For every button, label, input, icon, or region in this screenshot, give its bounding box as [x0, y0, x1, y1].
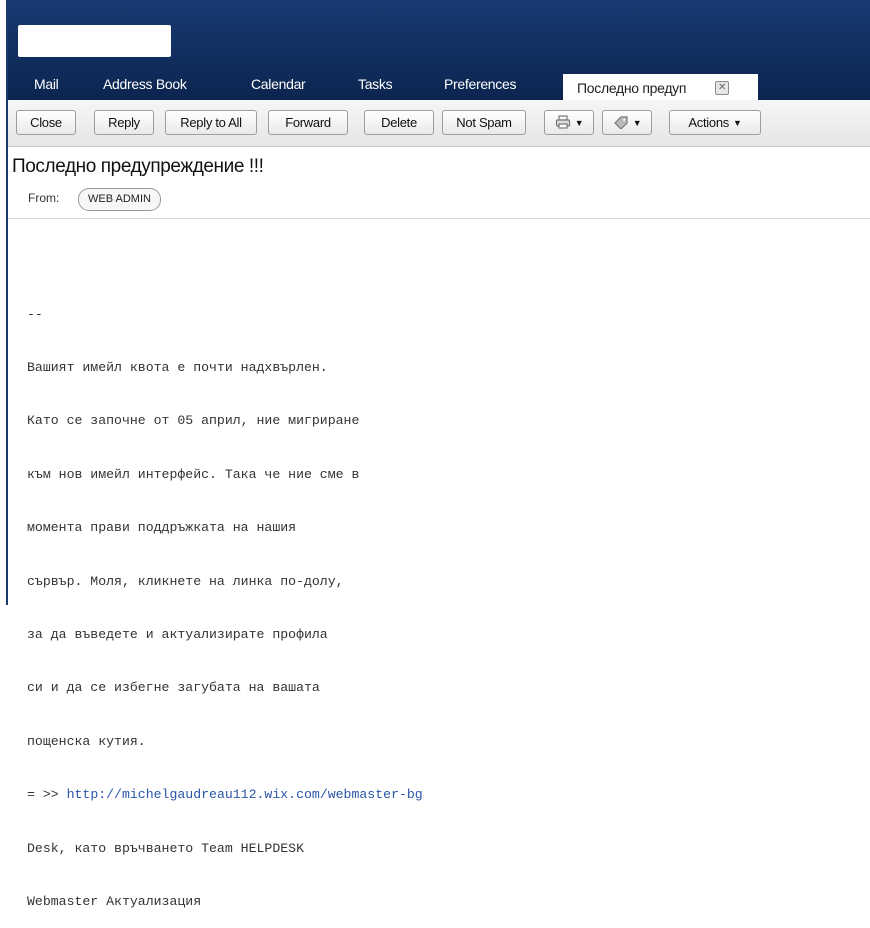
- body-line: към нов имейл интерфейс. Така че ние сме…: [27, 466, 360, 482]
- body-line: пощенска кутия.: [27, 733, 146, 749]
- close-tab-icon[interactable]: ✕: [715, 81, 729, 95]
- body-line: сървър. Моля, кликнете на линка по-долу,: [27, 573, 344, 589]
- actions-label: Actions: [688, 115, 729, 130]
- tag-icon: [613, 116, 628, 129]
- body-line: Webmaster Актуализация: [27, 893, 202, 909]
- actions-caret-icon: ▼: [732, 118, 742, 128]
- body-line: Desk, като връчването Team HELPDESK: [27, 840, 304, 856]
- body-line: си и да се избегне загубата на вашата: [27, 680, 320, 696]
- close-button[interactable]: Close: [16, 110, 76, 135]
- from-label: From:: [28, 191, 60, 205]
- print-caret-icon: ▼: [574, 118, 584, 128]
- sender-pill[interactable]: WEB ADMIN: [78, 188, 161, 211]
- logo: [18, 25, 171, 57]
- signature-separator: --: [27, 306, 43, 322]
- not-spam-button[interactable]: Not Spam: [442, 110, 526, 135]
- message-body: -- Вашият имейл квота е почти надхвърлен…: [27, 270, 847, 928]
- forward-button[interactable]: Forward: [268, 110, 348, 135]
- body-line: Вашият имейл квота е почти надхвърлен.: [27, 359, 328, 375]
- body-line: за да въведете и актуализирате профила: [27, 626, 328, 642]
- tab-calendar[interactable]: Calendar: [251, 72, 306, 96]
- print-button[interactable]: ▼: [544, 110, 594, 135]
- body-line: Като се започне от 05 април, ние мигрира…: [27, 413, 360, 429]
- header-divider: [8, 218, 870, 219]
- tab-open-message-label: Последно предуп: [577, 80, 687, 96]
- tag-caret-icon: ▼: [632, 118, 642, 128]
- tab-address-book[interactable]: Address Book: [103, 72, 187, 96]
- tag-button[interactable]: ▼: [602, 110, 652, 135]
- printer-icon: [555, 115, 570, 129]
- app-header: Mail Address Book Calendar Tasks Prefere…: [8, 0, 870, 101]
- tab-mail[interactable]: Mail: [34, 72, 59, 96]
- delete-button[interactable]: Delete: [364, 110, 434, 135]
- message-toolbar: Close Reply Reply to All Forward Delete …: [8, 100, 870, 147]
- message-subject: Последно предупреждение !!!: [12, 156, 264, 177]
- tab-preferences[interactable]: Preferences: [444, 72, 516, 96]
- actions-button[interactable]: Actions ▼: [669, 110, 761, 135]
- link-line: = >> http://michelgaudreau112.wix.com/we…: [27, 786, 847, 804]
- phishing-link[interactable]: http://michelgaudreau112.wix.com/webmast…: [67, 787, 423, 802]
- nav-tabs: Mail Address Book Calendar Tasks Prefere…: [8, 68, 870, 101]
- tab-open-message[interactable]: Последно предуп ✕: [563, 74, 758, 101]
- link-prefix: = >>: [27, 787, 67, 803]
- reply-button[interactable]: Reply: [94, 110, 154, 135]
- reply-all-button[interactable]: Reply to All: [165, 110, 257, 135]
- body-line: момента прави поддръжката на нашия: [27, 520, 297, 536]
- tab-tasks[interactable]: Tasks: [358, 72, 393, 96]
